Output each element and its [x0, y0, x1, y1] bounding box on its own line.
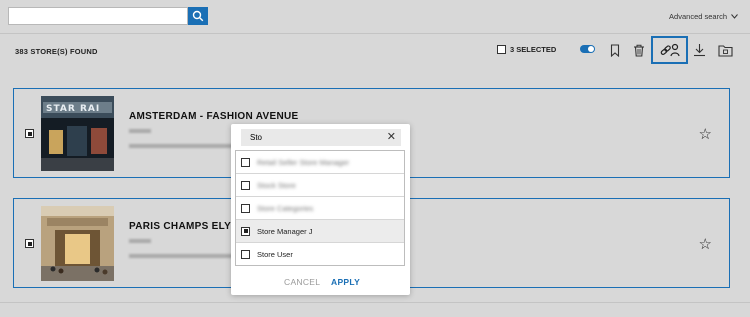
- bookmark-button[interactable]: [604, 39, 626, 61]
- apply-button[interactable]: APPLY: [331, 277, 360, 287]
- assign-user-popup: ✕ Retail Seller Store Manager Stock Stor…: [231, 124, 410, 295]
- star-icon[interactable]: ☆: [699, 235, 712, 253]
- select-all-control[interactable]: 3 SELECTED: [497, 45, 556, 54]
- option-checkbox[interactable]: [241, 203, 250, 213]
- option-checkbox[interactable]: [241, 226, 250, 236]
- store-name[interactable]: AMSTERDAM - FASHION AVENUE: [129, 111, 298, 122]
- user-option[interactable]: Store Categories: [236, 197, 404, 220]
- option-label: Store Categories: [257, 203, 314, 213]
- star-icon[interactable]: ☆: [699, 125, 712, 143]
- option-checkbox[interactable]: [241, 157, 250, 167]
- download-icon: [693, 44, 705, 57]
- close-icon[interactable]: ✕: [387, 132, 396, 143]
- store-code-redacted: [129, 239, 151, 243]
- user-search-input[interactable]: [241, 129, 401, 146]
- assign-user-button[interactable]: [659, 39, 681, 61]
- user-option[interactable]: Stock Store: [236, 174, 404, 197]
- select-all-checkbox[interactable]: [497, 45, 506, 54]
- user-option[interactable]: Store Manager J: [236, 220, 404, 243]
- results-count: 383 STORE(S) FOUND: [15, 47, 98, 56]
- svg-text:STAR RAI: STAR RAI: [46, 104, 100, 114]
- selected-count: 3 SELECTED: [510, 45, 557, 54]
- chevron-down-icon: [731, 14, 738, 19]
- store-photo: STAR RAI: [41, 96, 114, 171]
- user-option-list: Retail Seller Store Manager Stock Store …: [235, 150, 405, 266]
- bookmark-icon: [610, 43, 620, 57]
- toggle-icon[interactable]: [580, 45, 595, 53]
- divider: [0, 302, 750, 303]
- store-checkbox[interactable]: [25, 239, 34, 248]
- folder-button[interactable]: [714, 39, 736, 61]
- option-label: Store Manager J: [257, 226, 313, 236]
- search-button[interactable]: [188, 7, 208, 25]
- user-option[interactable]: Store User: [236, 243, 404, 266]
- search-icon: [192, 10, 204, 22]
- top-bar: Advanced search: [0, 0, 750, 34]
- option-label: Store User: [257, 250, 293, 259]
- option-label: Retail Seller Store Manager: [257, 157, 350, 167]
- download-button[interactable]: [688, 39, 710, 61]
- trash-icon: [634, 44, 644, 57]
- link-user-icon: [660, 43, 680, 57]
- option-label: Stock Store: [257, 180, 296, 190]
- cancel-button[interactable]: CANCEL: [284, 277, 320, 287]
- user-option[interactable]: Retail Seller Store Manager: [236, 151, 404, 174]
- store-checkbox[interactable]: [25, 129, 34, 138]
- folder-icon: [717, 44, 733, 57]
- store-code-redacted: [129, 129, 151, 133]
- option-checkbox[interactable]: [241, 250, 250, 259]
- search-input[interactable]: [8, 7, 188, 25]
- advanced-search-label: Advanced search: [669, 12, 727, 21]
- advanced-search-link[interactable]: Advanced search: [669, 12, 738, 21]
- store-photo: [41, 206, 114, 281]
- option-checkbox[interactable]: [241, 180, 250, 190]
- delete-button[interactable]: [628, 39, 650, 61]
